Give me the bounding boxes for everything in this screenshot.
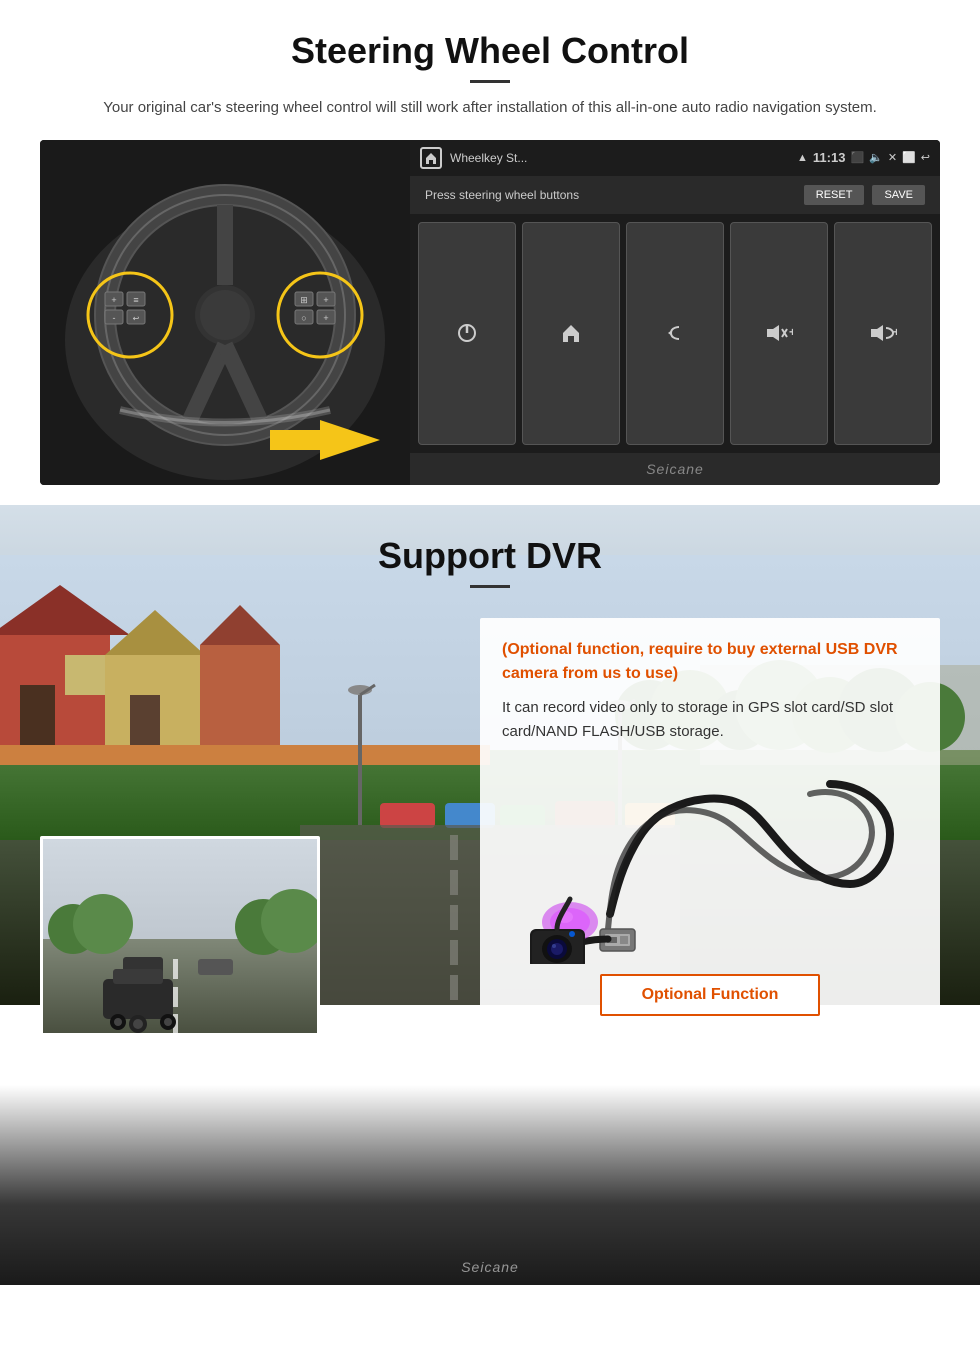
svg-text:+: + [323,313,328,323]
dvr-optional-text: (Optional function, require to buy exter… [502,638,918,686]
steering-photo: + ≡ - ↩ ⊞ + ○ + [40,140,410,485]
steering-title: Steering Wheel Control [40,30,940,72]
steering-image-wrap: + ≡ - ↩ ⊞ + ○ + [40,140,940,485]
head-unit-ui: Wheelkey St... ▲ 11:13 ⬛ 🔈 ✕ ⬜ ↩ Press s… [410,140,940,485]
dvr-inner: Support DVR [0,505,980,1285]
optional-function-button[interactable]: Optional Function [600,974,821,1016]
svg-text:⊞: ⊞ [300,295,308,305]
dvr-info-card: (Optional function, require to buy exter… [480,618,940,1036]
seicane-mark-steering: Seicane [410,453,940,485]
button-grid: + + [410,214,940,453]
vol-down-button[interactable]: + [834,222,932,445]
dvr-title: Support DVR [40,535,940,577]
dvr-camera-svg [510,754,910,964]
svg-text:-: - [113,313,116,323]
dvr-divider [470,585,510,588]
wifi-icon: ▲ [797,152,808,164]
steering-wheel-svg: + ≡ - ↩ ⊞ + ○ + [40,140,410,485]
svg-text:+: + [893,325,897,339]
reset-button[interactable]: RESET [804,185,865,205]
dvr-thumb-svg [43,839,317,1033]
camera-status-icon: ⬛ [850,151,864,164]
dvr-desc-text: It can record video only to storage in G… [502,696,918,744]
window-icon: ⬜ [902,151,916,164]
home-icon [420,147,442,169]
wheelkey-label: Press steering wheel buttons [425,188,579,202]
status-time: 11:13 [813,150,846,165]
status-app-name: Wheelkey St... [450,151,789,165]
steering-subtitle: Your original car's steering wheel contr… [40,97,940,120]
svg-text:+: + [789,325,793,339]
close-icon: ✕ [888,151,897,164]
svg-text:○: ○ [301,313,306,323]
steering-section: Steering Wheel Control Your original car… [0,0,980,505]
dvr-thumbnail [40,836,320,1036]
svg-text:+: + [323,295,328,305]
save-button[interactable]: SAVE [872,185,925,205]
wheelkey-buttons[interactable]: RESET SAVE [804,185,925,205]
dvr-section: Support DVR [0,505,980,1285]
home-button[interactable] [522,222,620,445]
status-bar: Wheelkey St... ▲ 11:13 ⬛ 🔈 ✕ ⬜ ↩ [410,140,940,176]
power-button[interactable] [418,222,516,445]
dvr-camera-image [502,759,918,959]
back-nav-button[interactable] [626,222,724,445]
dvr-layout: (Optional function, require to buy exter… [0,618,980,1116]
svg-text:≡: ≡ [133,295,138,305]
vol-up-button[interactable]: + [730,222,828,445]
svg-text:↩: ↩ [133,314,140,323]
wheelkey-bar: Press steering wheel buttons RESET SAVE [410,176,940,214]
back-icon: ↩ [921,151,930,164]
status-icons: ▲ 11:13 ⬛ 🔈 ✕ ⬜ ↩ [797,150,930,165]
volume-icon: 🔈 [869,151,883,164]
seicane-mark-dvr: Seicane [461,1259,519,1275]
dvr-content: Support DVR [0,505,980,588]
steering-divider [470,80,510,83]
svg-text:+: + [111,295,116,305]
